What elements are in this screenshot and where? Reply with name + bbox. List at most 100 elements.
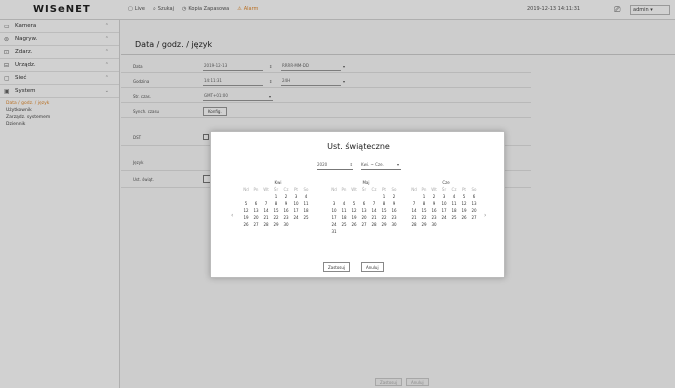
calendar-day[interactable]: 1 bbox=[379, 194, 389, 200]
calendar-day[interactable]: 25 bbox=[449, 215, 459, 221]
calendar-day[interactable]: 4 bbox=[449, 194, 459, 200]
calendar-day[interactable]: 21 bbox=[409, 215, 419, 221]
calendar-day[interactable]: 25 bbox=[301, 215, 311, 221]
calendar-day[interactable]: 16 bbox=[389, 208, 399, 214]
calendar-day[interactable]: 31 bbox=[329, 229, 339, 235]
calendar-day[interactable]: 25 bbox=[339, 222, 349, 228]
calendar-day[interactable]: 2 bbox=[429, 194, 439, 200]
calendar-day[interactable]: 19 bbox=[349, 215, 359, 221]
calendar-day[interactable]: 18 bbox=[301, 208, 311, 214]
calendar-day[interactable]: 2 bbox=[389, 194, 399, 200]
calendar-day[interactable]: 10 bbox=[439, 201, 449, 207]
calendar-day bbox=[329, 194, 339, 200]
calendar-day[interactable]: 20 bbox=[251, 215, 261, 221]
calendar-day[interactable]: 12 bbox=[349, 208, 359, 214]
calendar-day[interactable]: 3 bbox=[291, 194, 301, 200]
calendar-day[interactable]: 1 bbox=[419, 194, 429, 200]
calendar-day[interactable]: 24 bbox=[439, 215, 449, 221]
calendar-day[interactable]: 16 bbox=[281, 208, 291, 214]
calendar-day[interactable]: 22 bbox=[271, 215, 281, 221]
calendar-day[interactable]: 13 bbox=[469, 201, 479, 207]
calendar-day[interactable]: 2 bbox=[281, 194, 291, 200]
calendar-day[interactable]: 15 bbox=[271, 208, 281, 214]
dialog-cancel-button[interactable]: Anuluj bbox=[361, 262, 384, 272]
prev-month-icon[interactable]: ‹ bbox=[231, 212, 233, 219]
calendar-day[interactable]: 3 bbox=[329, 201, 339, 207]
calendar-day[interactable]: 24 bbox=[291, 215, 301, 221]
calendar-day[interactable]: 6 bbox=[359, 201, 369, 207]
calendar-day[interactable]: 27 bbox=[251, 222, 261, 228]
calendar-day[interactable]: 29 bbox=[379, 222, 389, 228]
calendar-day[interactable]: 22 bbox=[419, 215, 429, 221]
calendar-day[interactable]: 9 bbox=[389, 201, 399, 207]
calendar-day[interactable]: 26 bbox=[459, 215, 469, 221]
calendar-day[interactable]: 17 bbox=[329, 215, 339, 221]
calendar-day[interactable]: 18 bbox=[449, 208, 459, 214]
calendar-day[interactable]: 7 bbox=[369, 201, 379, 207]
stepper-icon[interactable]: ⇕ bbox=[350, 162, 353, 167]
calendar-day[interactable]: 13 bbox=[359, 208, 369, 214]
calendar-day[interactable]: 5 bbox=[459, 194, 469, 200]
calendar-day[interactable]: 5 bbox=[241, 201, 251, 207]
calendar-day[interactable]: 14 bbox=[369, 208, 379, 214]
calendar-day[interactable]: 11 bbox=[339, 208, 349, 214]
calendar-day[interactable]: 9 bbox=[429, 201, 439, 207]
calendar-day[interactable]: 30 bbox=[281, 222, 291, 228]
dialog-save-button[interactable]: Zastosuj bbox=[323, 262, 351, 272]
calendar-day[interactable]: 12 bbox=[459, 201, 469, 207]
calendar-day[interactable]: 27 bbox=[359, 222, 369, 228]
year-stepper[interactable]: 2020 ⇕ bbox=[317, 162, 353, 170]
calendar-day[interactable]: 10 bbox=[329, 208, 339, 214]
calendar-day[interactable]: 21 bbox=[261, 215, 271, 221]
month-range-select[interactable]: Kwi. ~ Cze. ▾ bbox=[361, 162, 401, 170]
calendar-day[interactable]: 15 bbox=[419, 208, 429, 214]
calendar-day[interactable]: 12 bbox=[241, 208, 251, 214]
calendar-day[interactable]: 1 bbox=[271, 194, 281, 200]
calendar-day[interactable]: 4 bbox=[339, 201, 349, 207]
calendar-day[interactable]: 14 bbox=[409, 208, 419, 214]
calendar-day[interactable]: 18 bbox=[339, 215, 349, 221]
calendar-day[interactable]: 30 bbox=[429, 222, 439, 228]
calendar-day[interactable]: 23 bbox=[429, 215, 439, 221]
calendar-day[interactable]: 30 bbox=[389, 222, 399, 228]
chevron-down-icon[interactable]: ▾ bbox=[397, 162, 399, 167]
calendar-day[interactable]: 27 bbox=[469, 215, 479, 221]
calendar-day[interactable]: 7 bbox=[261, 201, 271, 207]
calendar-day[interactable]: 8 bbox=[419, 201, 429, 207]
calendar-day[interactable]: 10 bbox=[291, 201, 301, 207]
calendar-day[interactable]: 17 bbox=[439, 208, 449, 214]
calendar-day[interactable]: 28 bbox=[261, 222, 271, 228]
calendar-day[interactable]: 6 bbox=[251, 201, 261, 207]
calendar-day[interactable]: 26 bbox=[241, 222, 251, 228]
calendar-day[interactable]: 16 bbox=[429, 208, 439, 214]
calendar-day[interactable]: 8 bbox=[271, 201, 281, 207]
calendar-day[interactable]: 23 bbox=[281, 215, 291, 221]
calendar-day[interactable]: 13 bbox=[251, 208, 261, 214]
calendar-day[interactable]: 7 bbox=[409, 201, 419, 207]
calendar-day[interactable]: 23 bbox=[389, 215, 399, 221]
calendar-day[interactable]: 9 bbox=[281, 201, 291, 207]
calendar-day[interactable]: 3 bbox=[439, 194, 449, 200]
calendar-day[interactable]: 20 bbox=[359, 215, 369, 221]
calendar-day[interactable]: 28 bbox=[409, 222, 419, 228]
calendar-day[interactable]: 4 bbox=[301, 194, 311, 200]
calendar-day[interactable]: 22 bbox=[379, 215, 389, 221]
calendar-day[interactable]: 29 bbox=[419, 222, 429, 228]
calendar-day[interactable]: 6 bbox=[469, 194, 479, 200]
calendar-day[interactable]: 28 bbox=[369, 222, 379, 228]
calendar-day[interactable]: 14 bbox=[261, 208, 271, 214]
calendar-day[interactable]: 8 bbox=[379, 201, 389, 207]
calendar-day[interactable]: 17 bbox=[291, 208, 301, 214]
calendar-day[interactable]: 11 bbox=[449, 201, 459, 207]
next-month-icon[interactable]: › bbox=[484, 212, 486, 219]
calendar-day[interactable]: 19 bbox=[241, 215, 251, 221]
calendar-day[interactable]: 26 bbox=[349, 222, 359, 228]
calendar-day[interactable]: 24 bbox=[329, 222, 339, 228]
calendar-day[interactable]: 21 bbox=[369, 215, 379, 221]
calendar-day[interactable]: 29 bbox=[271, 222, 281, 228]
calendar-day[interactable]: 20 bbox=[469, 208, 479, 214]
calendar-day[interactable]: 19 bbox=[459, 208, 469, 214]
calendar-day[interactable]: 11 bbox=[301, 201, 311, 207]
calendar-day[interactable]: 15 bbox=[379, 208, 389, 214]
calendar-day[interactable]: 5 bbox=[349, 201, 359, 207]
